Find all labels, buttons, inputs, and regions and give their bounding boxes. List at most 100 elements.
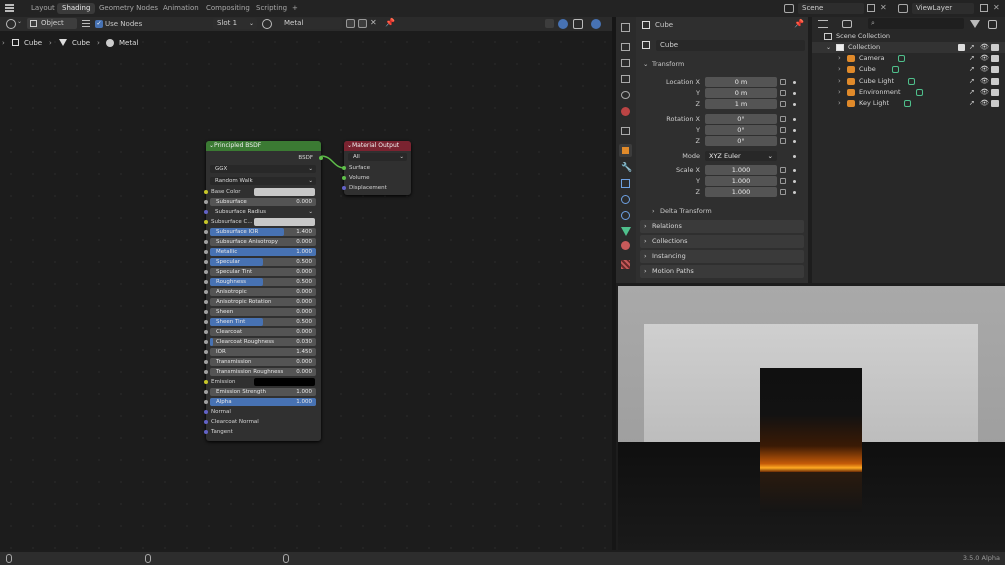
value-slider[interactable]: Sheen Tint 0.500 bbox=[210, 318, 316, 326]
value-slider[interactable]: Emission Strength 1.000 bbox=[210, 388, 316, 396]
constraints-icon[interactable] bbox=[621, 211, 630, 220]
lock-icon[interactable] bbox=[780, 79, 786, 85]
overlay-icon[interactable] bbox=[558, 19, 568, 29]
keyframe-dot[interactable] bbox=[793, 103, 796, 106]
eye-icon[interactable]: 👁 bbox=[980, 42, 989, 53]
outliner-item[interactable]: › Cube Light ➚ 👁 bbox=[812, 76, 1005, 87]
data-icon[interactable] bbox=[904, 100, 911, 108]
collapse-icon[interactable]: ⌄ bbox=[209, 141, 214, 151]
chevron-right-icon[interactable]: › bbox=[838, 98, 841, 109]
outliner-search-input[interactable]: ⌕ bbox=[868, 18, 964, 29]
select-icon[interactable]: ➚ bbox=[969, 64, 975, 75]
input-socket[interactable] bbox=[204, 420, 208, 424]
copy-icon[interactable] bbox=[867, 4, 875, 12]
tab-shading[interactable]: Shading bbox=[57, 3, 96, 14]
input-socket[interactable] bbox=[204, 350, 208, 354]
surface-socket[interactable] bbox=[342, 166, 346, 170]
input-socket[interactable] bbox=[204, 340, 208, 344]
node-editor-canvas[interactable]: › Cube › Cube › Metal ⌄ Principled BSDF B… bbox=[0, 31, 612, 550]
node-header[interactable]: ⌄ Principled BSDF bbox=[206, 141, 321, 151]
eye-icon[interactable]: 👁 bbox=[980, 98, 989, 109]
cube-object[interactable] bbox=[760, 368, 862, 472]
value-slider[interactable]: Clearcoat Roughness 0.030 bbox=[210, 338, 316, 346]
collapse-icon[interactable]: ⌄ bbox=[347, 141, 352, 151]
rotation-field[interactable]: 0° bbox=[705, 136, 777, 146]
tab-animation[interactable]: Animation bbox=[158, 3, 204, 14]
pin-icon[interactable]: 📌 bbox=[385, 18, 395, 27]
camera-icon[interactable] bbox=[991, 100, 999, 108]
value-slider[interactable]: Clearcoat 0.000 bbox=[210, 328, 316, 336]
subsurface-method-dropdown[interactable]: Random Walk ⌄ bbox=[210, 177, 316, 185]
scene-field[interactable]: Scene bbox=[798, 3, 864, 14]
tab-layout[interactable]: Layout bbox=[26, 3, 60, 14]
material-output-node[interactable]: ⌄ Material Output All ⌄ Surface Volume Dis… bbox=[342, 141, 411, 195]
input-socket[interactable] bbox=[204, 190, 208, 194]
rotation-field[interactable]: 0° bbox=[705, 125, 777, 135]
location-field[interactable]: 1 m bbox=[705, 99, 777, 109]
value-slider[interactable]: IOR 1.450 bbox=[210, 348, 316, 356]
keyframe-dot[interactable] bbox=[793, 140, 796, 143]
chevron-right-icon[interactable]: › bbox=[838, 53, 841, 64]
data-icon[interactable] bbox=[908, 77, 915, 85]
world-icon[interactable] bbox=[621, 107, 630, 116]
material-name-field[interactable]: Metal bbox=[280, 18, 342, 29]
displacement-socket[interactable] bbox=[342, 186, 346, 190]
shader-type-dropdown[interactable]: Object bbox=[27, 18, 77, 29]
camera-icon[interactable] bbox=[991, 44, 999, 51]
input-socket[interactable] bbox=[204, 250, 208, 254]
value-slider[interactable]: Metallic 1.000 bbox=[210, 248, 316, 256]
object-name-field[interactable]: Cube bbox=[656, 40, 805, 51]
rotation-mode-dropdown[interactable]: XYZ Euler ⌄ bbox=[705, 151, 777, 161]
keyframe-dot[interactable] bbox=[793, 169, 796, 172]
target-dropdown[interactable]: All ⌄ bbox=[348, 153, 407, 161]
value-slider[interactable]: Transmission Roughness 0.000 bbox=[210, 368, 316, 376]
list-icon[interactable] bbox=[82, 20, 90, 27]
camera-icon[interactable] bbox=[991, 77, 999, 85]
menu-icon[interactable] bbox=[5, 4, 14, 12]
select-icon[interactable]: ➚ bbox=[969, 42, 975, 53]
chevron-right-icon[interactable]: › bbox=[838, 76, 841, 87]
subsurface-color-swatch[interactable] bbox=[254, 218, 315, 226]
input-socket[interactable] bbox=[204, 310, 208, 314]
bsdf-output-socket[interactable] bbox=[319, 156, 323, 160]
lock-icon[interactable] bbox=[780, 90, 786, 96]
view-layer-icon[interactable] bbox=[621, 75, 630, 83]
input-socket[interactable] bbox=[204, 300, 208, 304]
delta-transform-subpanel[interactable]: › Delta Transform bbox=[650, 206, 800, 216]
editor-type-icon[interactable] bbox=[6, 19, 16, 29]
motion-paths-panel[interactable]: › Motion Paths bbox=[640, 265, 804, 278]
close-icon[interactable]: ✕ bbox=[370, 18, 377, 27]
emission-color-swatch[interactable] bbox=[254, 378, 315, 386]
chevron-right-icon[interactable]: › bbox=[838, 87, 841, 98]
value-slider[interactable]: Specular 0.500 bbox=[210, 258, 316, 266]
input-socket[interactable] bbox=[204, 230, 208, 234]
copy-icon[interactable] bbox=[980, 4, 988, 12]
input-socket[interactable] bbox=[204, 330, 208, 334]
eye-icon[interactable]: 👁 bbox=[980, 64, 989, 75]
input-socket[interactable] bbox=[204, 390, 208, 394]
outliner-item[interactable]: › Cube ➚ 👁 bbox=[812, 64, 1005, 75]
transform-panel-header[interactable]: ⌄ Transform bbox=[640, 58, 804, 71]
keyframe-dot[interactable] bbox=[793, 180, 796, 183]
rotation-field[interactable]: 0° bbox=[705, 114, 777, 124]
select-icon[interactable]: ➚ bbox=[969, 98, 975, 109]
select-icon[interactable]: ➚ bbox=[969, 87, 975, 98]
outliner-item[interactable]: › Environment ➚ 👁 bbox=[812, 87, 1005, 98]
input-socket[interactable] bbox=[204, 320, 208, 324]
texture-icon[interactable] bbox=[621, 260, 630, 269]
select-icon[interactable]: ➚ bbox=[969, 76, 975, 87]
close-icon[interactable]: ✕ bbox=[993, 3, 1000, 13]
lock-icon[interactable] bbox=[780, 116, 786, 122]
value-slider[interactable]: Subsurface 0.000 bbox=[210, 198, 316, 206]
volume-socket[interactable] bbox=[342, 176, 346, 180]
data-icon[interactable] bbox=[621, 227, 631, 236]
outliner-item[interactable]: › Camera ➚ 👁 bbox=[812, 53, 1005, 64]
render-icon[interactable] bbox=[621, 43, 630, 51]
input-socket[interactable] bbox=[204, 210, 208, 214]
keyframe-dot[interactable] bbox=[793, 118, 796, 121]
use-nodes-checkbox[interactable]: ✓ bbox=[95, 20, 103, 28]
chevron-down-icon[interactable]: ⌄ bbox=[17, 18, 22, 25]
base-color-swatch[interactable] bbox=[254, 188, 315, 196]
input-socket[interactable] bbox=[204, 260, 208, 264]
scale-field[interactable]: 1.000 bbox=[705, 176, 777, 186]
